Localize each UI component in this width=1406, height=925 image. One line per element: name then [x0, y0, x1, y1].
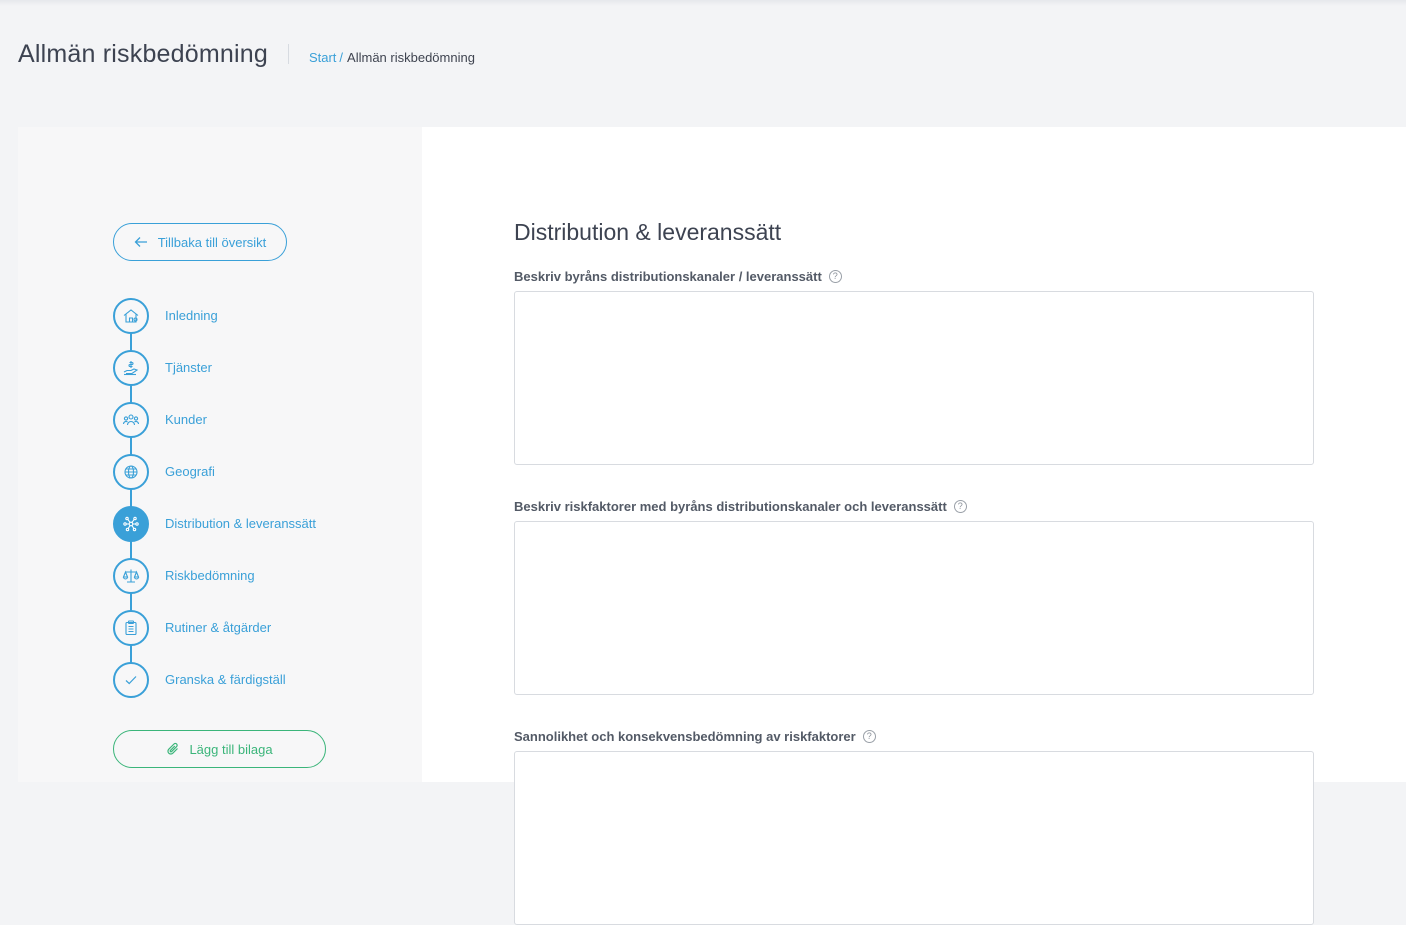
step-label: Distribution & leveranssätt [165, 516, 317, 531]
field-label-text: Sannolikhet och konsekvensbedömning av r… [514, 729, 856, 744]
step-label: Geografi [165, 464, 215, 479]
header-divider [287, 44, 289, 64]
top-shadow [0, 0, 1406, 6]
clipboard-icon [125, 620, 137, 636]
step-inledning[interactable]: Inledning [113, 298, 413, 350]
hand-coin-icon [123, 361, 139, 376]
page-header: Allmän riskbedömning Start / Allmän riskbe… [18, 38, 475, 70]
step-circle [113, 454, 149, 490]
people-icon [122, 414, 140, 426]
step-label: Granska & färdigställ [165, 672, 286, 687]
step-label: Rutiner & åtgärder [165, 620, 272, 635]
add-attachment-button[interactable]: Lägg till bilaga [113, 730, 326, 768]
distribution-channels-textarea[interactable] [514, 291, 1314, 465]
help-icon[interactable]: ? [862, 730, 876, 743]
step-circle [113, 662, 149, 698]
check-icon [125, 676, 137, 685]
field-label-distribution-channels: Beskriv byråns distributionskanaler / le… [514, 269, 842, 284]
breadcrumb-separator: / [339, 49, 344, 65]
help-icon[interactable]: ? [828, 270, 842, 283]
house-icon [123, 309, 139, 323]
breadcrumb: Start / Allmän riskbedömning [309, 44, 475, 65]
step-distribution[interactable]: Distribution & leveranssätt [113, 506, 413, 558]
step-label: Riskbedömning [165, 568, 255, 583]
field-label-text: Beskriv byråns distributionskanaler / le… [514, 269, 822, 284]
step-circle [113, 610, 149, 646]
step-label: Inledning [165, 308, 218, 323]
globe-icon [124, 465, 138, 479]
step-circle [113, 402, 149, 438]
attach-button-label: Lägg till bilaga [189, 741, 273, 757]
page-title: Allmän riskbedömning [18, 39, 268, 68]
step-label: Tjänster [165, 360, 212, 375]
section-title: Distribution & leveranssätt [514, 219, 782, 245]
step-rutiner[interactable]: Rutiner & åtgärder [113, 610, 413, 662]
step-riskbedomning[interactable]: Riskbedömning [113, 558, 413, 610]
field-label-probability-consequence: Sannolikhet och konsekvensbedömning av r… [514, 729, 876, 744]
step-circle [113, 298, 149, 334]
back-button-label: Tillbaka till översikt [157, 234, 267, 250]
network-icon [123, 516, 139, 532]
step-geografi[interactable]: Geografi [113, 454, 413, 506]
breadcrumb-start-link[interactable]: Start [309, 50, 336, 65]
sidebar: Tillbaka till översikt Inledning Tjänste… [18, 127, 422, 782]
step-granska[interactable]: Granska & färdigställ [113, 662, 413, 714]
step-circle [113, 506, 149, 542]
field-label-text: Beskriv riskfaktorer med byråns distribu… [514, 499, 947, 514]
help-icon[interactable]: ? [953, 500, 967, 513]
risk-factors-textarea[interactable] [514, 521, 1314, 695]
main-panel: Distribution & leveranssätt Beskriv byrå… [422, 127, 1406, 925]
step-kunder[interactable]: Kunder [113, 402, 413, 454]
breadcrumb-current: Allmän riskbedömning [347, 49, 475, 65]
step-circle [113, 558, 149, 594]
arrow-left-icon [134, 237, 147, 247]
paperclip-icon [167, 742, 179, 755]
step-tjanster[interactable]: Tjänster [113, 350, 413, 402]
back-to-overview-button[interactable]: Tillbaka till översikt [113, 223, 287, 261]
step-circle [113, 350, 149, 386]
step-navigation: Inledning Tjänster Kunder Geografi Distr… [113, 298, 413, 714]
field-label-risk-factors: Beskriv riskfaktorer med byråns distribu… [514, 499, 967, 514]
probability-consequence-textarea[interactable] [514, 751, 1314, 925]
step-label: Kunder [165, 412, 207, 427]
scale-icon [122, 569, 140, 583]
